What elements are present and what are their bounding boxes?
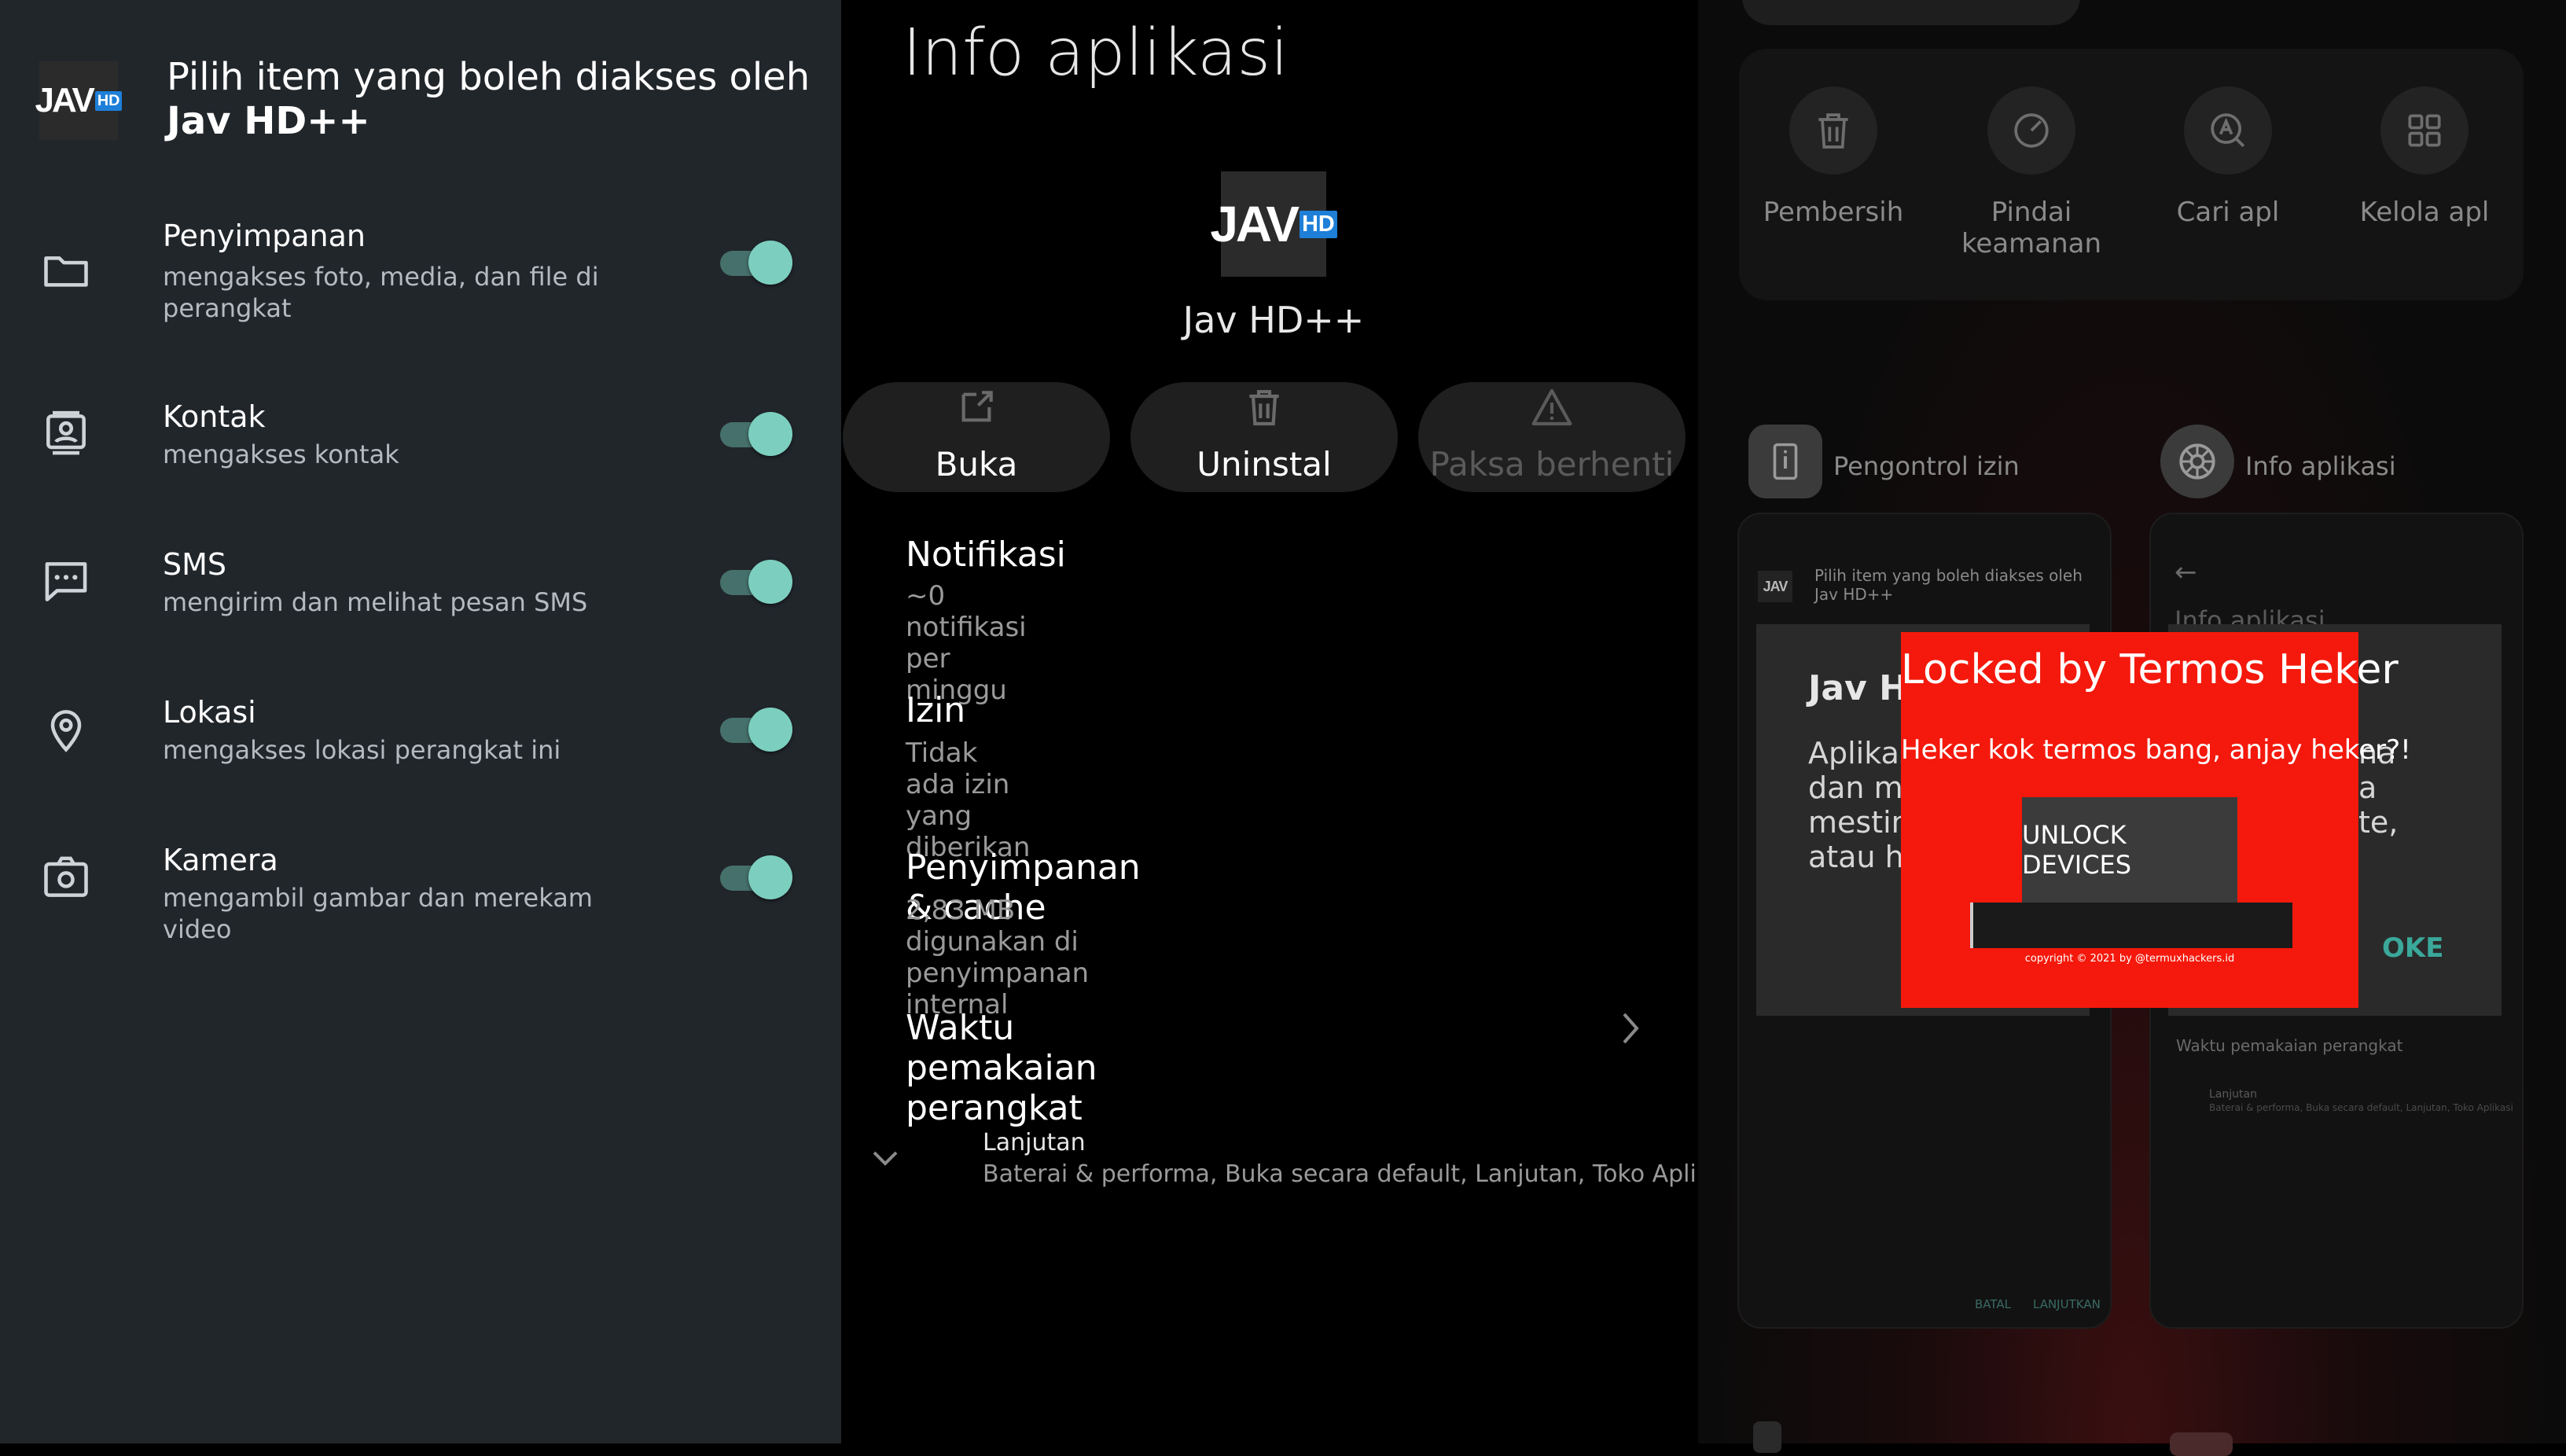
warning-icon [1531, 388, 1572, 426]
permission-title: Kamera [163, 843, 278, 877]
advanced-title[interactable]: Lanjutan [983, 1129, 1086, 1156]
shortcut-label: Kelola apl [2359, 197, 2490, 228]
permission-subtitle: mengakses kontak [163, 439, 399, 469]
force-stop-button[interactable]: Paksa berhenti [1418, 382, 1686, 492]
mini-dialog-title: Jav H [1808, 668, 1908, 708]
recents-top-chip [1742, 0, 2080, 25]
card-label-permission-controller: Pengontrol izin [1833, 451, 2020, 481]
force-stop-label: Paksa berhenti [1429, 445, 1675, 483]
permission-subtitle: mengambil gambar dan merekam video [163, 883, 593, 944]
permission-controller-app-icon[interactable] [1748, 425, 1822, 498]
overlay-title: Locked by Termos Heker [1901, 646, 2399, 693]
permission-row-camera[interactable]: Kamera mengambil gambar dan merekam vide… [0, 836, 841, 944]
grid-icon [2408, 114, 2441, 147]
page-title: Info aplikasi [903, 16, 1289, 90]
item-subtitle: ~0 notifikasi per minggu [906, 580, 1027, 706]
permission-row-contacts[interactable]: Kontak mengakses kontak [0, 393, 841, 480]
permission-subtitle: mengakses lokasi perangkat ini [163, 735, 561, 765]
permission-row-location[interactable]: Lokasi mengakses lokasi perangkat ini [0, 689, 841, 775]
app-icon: JAV HD [1210, 171, 1337, 277]
header-line-1: Pilih item yang boleh diakses oleh [167, 55, 811, 99]
mini-screen-time: Waktu pemakaian perangkat [2176, 1036, 2403, 1055]
item-title: Izin [906, 690, 966, 730]
chevron-down-icon[interactable] [869, 1143, 901, 1175]
location-pin-icon [50, 710, 82, 752]
open-label: Buka [935, 445, 1018, 483]
contact-card-icon [46, 410, 86, 455]
header-app-name: Jav HD++ [167, 99, 370, 143]
item-title: Waktu pemakaian perangkat [906, 1008, 1097, 1128]
mini-ok-button: OKE [2382, 932, 2444, 964]
app-name: Jav HD++ [1182, 299, 1365, 341]
shortcut-label: Pembersih [1763, 197, 1904, 228]
permission-header: Pilih item yang boleh diakses oleh Jav H… [167, 55, 811, 143]
uninstall-label: Uninstal [1197, 445, 1332, 483]
storage-toggle[interactable] [720, 239, 792, 286]
mini-header-line-1: Pilih item yang boleh diakses oleh [1814, 566, 2083, 585]
uninstall-button[interactable]: Uninstal [1130, 382, 1398, 492]
permission-title: Kontak [163, 399, 266, 434]
mini-back-arrow-icon: ← [2174, 557, 2197, 588]
settings-app-icon[interactable] [2160, 425, 2234, 498]
mini-header-line-2: Jav HD++ [1814, 585, 1894, 604]
logo-badge: HD [1300, 210, 1337, 238]
item-title: Notifikasi [906, 535, 1066, 575]
mini-advanced-sub: Baterai & performa, Buka secara default,… [2209, 1102, 2513, 1113]
overlay-message: Heker kok termos bang, anjay heker?! [1901, 734, 2411, 766]
gear-icon [2179, 443, 2215, 480]
shortcut-cleaner[interactable]: Pembersih [1755, 86, 1912, 228]
open-button[interactable]: Buka [843, 382, 1110, 492]
logo-text: JAV [35, 81, 95, 119]
open-external-icon [961, 391, 993, 422]
app-logo: JAV HD [35, 61, 123, 140]
location-toggle[interactable] [720, 706, 792, 753]
permission-row-sms[interactable]: SMS mengirim dan melihat pesan SMS [0, 541, 841, 627]
camera-toggle[interactable] [720, 854, 792, 901]
item-subtitle: Tidak ada izin yang diberikan [906, 737, 1031, 863]
permission-subtitle: mengakses foto, media, dan file di peran… [163, 262, 599, 323]
logo-text: JAV [1210, 196, 1300, 252]
overlay-copyright: copyright © 2021 by @termuxhackers.id [2024, 953, 2235, 965]
shortcut-find-app[interactable]: Cari apl [2149, 86, 2307, 228]
search-app-icon [2211, 113, 2245, 148]
card-label-app-info: Info aplikasi [2245, 451, 2396, 481]
permission-subtitle: mengirim dan melihat pesan SMS [163, 587, 588, 617]
shortcut-label: Pindai keamanan [1961, 197, 2102, 259]
shortcut-manage-apps[interactable]: Kelola apl [2346, 86, 2503, 228]
item-subtitle: 2,83 MB digunakan di penyimpanan interna… [906, 895, 1090, 1020]
permission-panel: JAV HD Pilih item yang boleh diakses oleh… [0, 0, 841, 1443]
camera-icon [44, 856, 88, 897]
permission-title: SMS [163, 547, 227, 582]
trash-icon [1249, 390, 1279, 426]
scan-icon [2014, 113, 2049, 148]
folder-icon [44, 256, 88, 287]
shortcut-label: Cari apl [2176, 197, 2280, 228]
unlock-devices-button[interactable]: UNLOCK DEVICES [2022, 797, 2237, 903]
unlock-code-input[interactable] [1970, 903, 2292, 948]
permission-title: Lokasi [163, 695, 256, 730]
permission-title: Penyimpanan [163, 219, 366, 253]
mini-cancel-button: BATAL [1975, 1297, 2012, 1311]
logo-badge: HD [94, 90, 123, 111]
mini-app-logo: JAV [1758, 571, 1792, 602]
mini-continue-button: LANJUTKAN [2033, 1297, 2101, 1311]
partial-app-icon [2170, 1432, 2233, 1456]
message-icon [45, 562, 87, 601]
advanced-subtitle: Baterai & performa, Buka secara default,… [983, 1160, 1744, 1188]
contacts-toggle[interactable] [720, 410, 792, 458]
chevron-right-icon [1623, 1013, 1639, 1044]
trash-icon [1818, 113, 1848, 149]
mini-header: Pilih item yang boleh diakses oleh Jav H… [1814, 566, 2083, 604]
ransom-lock-overlay: Locked by Termos Heker Heker kok termos … [1901, 632, 2411, 1008]
partial-app-icon [1753, 1421, 1781, 1453]
mini-advanced: Lanjutan [2209, 1088, 2257, 1101]
permission-row-storage[interactable]: Penyimpanan mengakses foto, media, dan f… [0, 212, 841, 330]
shortcut-security-scan[interactable]: Pindai keamanan [1953, 86, 2110, 259]
info-phone-icon [1773, 443, 1798, 480]
sms-toggle[interactable] [720, 558, 792, 605]
